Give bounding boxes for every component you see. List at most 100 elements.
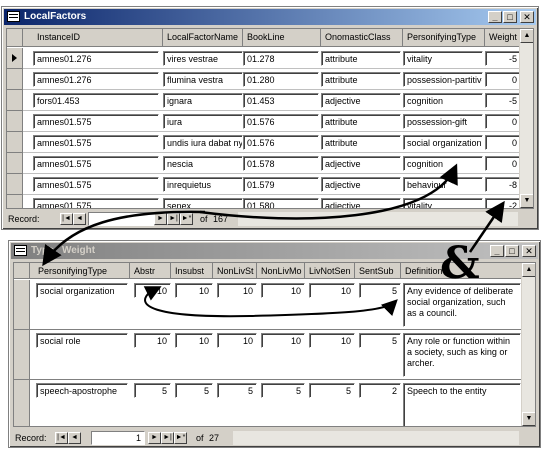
column-header-insubst[interactable]: Insubst [171, 263, 213, 278]
cell-definition[interactable]: Any role or function within a society, s… [403, 333, 521, 377]
column-header-personifyingtype[interactable]: PersonifyingType [403, 29, 485, 46]
typeweight-titlebar[interactable]: Type_ Weight _ □ ✕ [11, 243, 538, 259]
cell-personifyingtype[interactable]: social organization [36, 283, 128, 298]
cell-nonlivst[interactable]: 10 [217, 283, 257, 298]
cell-nonlivmo[interactable]: 10 [261, 283, 305, 298]
last-record-icon[interactable]: ►| [161, 432, 174, 444]
cell-abstr[interactable]: 10 [134, 283, 171, 298]
record-selector[interactable] [14, 330, 30, 380]
cell-onomasticclass[interactable]: adjective [321, 177, 401, 192]
cell-instanceid[interactable]: amnes01.575 [33, 177, 159, 192]
close-button[interactable]: ✕ [520, 11, 534, 23]
cell-localfactorname[interactable]: iura [163, 114, 243, 129]
cell-bookline[interactable]: 01.280 [243, 72, 319, 87]
cell-onomasticclass[interactable]: adjective [321, 198, 401, 208]
record-selector[interactable] [7, 90, 23, 111]
table-row[interactable]: amnes01.575 inrequietus 01.579 adjective beh… [7, 174, 533, 195]
record-selector[interactable] [7, 111, 23, 132]
cell-abstr[interactable]: 5 [134, 383, 171, 398]
column-header-nonlivst[interactable]: NonLivSt [213, 263, 257, 278]
cell-sentsub[interactable]: 2 [359, 383, 401, 398]
record-selector[interactable] [7, 174, 23, 195]
current-record-input[interactable] [88, 212, 154, 226]
typeweight-vscrollbar[interactable]: ▲ ▼ [521, 263, 535, 426]
record-selector[interactable] [14, 280, 30, 330]
cell-bookline[interactable]: 01.576 [243, 135, 319, 150]
table-row[interactable]: amnes01.575 nescia 01.578 adjective cognitio… [7, 153, 533, 174]
scroll-up-button[interactable]: ▲ [522, 263, 535, 277]
cell-personifyingtype[interactable]: cognition [403, 156, 483, 171]
column-header-bookline[interactable]: BookLine [243, 29, 321, 46]
cell-localfactorname[interactable]: nescia [163, 156, 243, 171]
close-button[interactable]: ✕ [522, 245, 536, 257]
cell-instanceid[interactable]: amnes01.575 [33, 198, 159, 208]
column-header-weight[interactable]: Weight [485, 29, 523, 46]
cell-weight[interactable]: -8 [485, 177, 521, 192]
first-record-icon[interactable]: |◄ [55, 432, 68, 444]
cell-personifyingtype[interactable]: possession-gift [403, 114, 483, 129]
record-selector[interactable] [14, 380, 30, 426]
cell-onomasticclass[interactable]: attribute [321, 135, 401, 150]
table-row[interactable]: fors01.453 ignara 01.453 adjective cognition… [7, 90, 533, 111]
scroll-up-button[interactable]: ▲ [520, 29, 533, 43]
column-header-onomasticclass[interactable]: OnomasticClass [321, 29, 403, 46]
cell-livnotsen[interactable]: 5 [309, 383, 355, 398]
cell-instanceid[interactable]: fors01.453 [33, 93, 159, 108]
table-row[interactable]: social role 10 10 10 10 10 5 Any role or functi… [14, 330, 535, 380]
last-record-icon[interactable]: ►| [167, 213, 180, 225]
record-selector[interactable] [7, 132, 23, 153]
cell-localfactorname[interactable]: vires vestrae [163, 51, 243, 66]
cell-bookline[interactable]: 01.453 [243, 93, 319, 108]
new-record-icon[interactable]: ►* [174, 432, 187, 444]
header-selector[interactable] [7, 29, 23, 47]
table-row[interactable]: amnes01.575 senex 01.580 adjective vitality -… [7, 195, 533, 208]
scroll-down-button[interactable]: ▼ [522, 412, 535, 426]
cell-insubst[interactable]: 10 [175, 283, 213, 298]
cell-personifyingtype[interactable]: vitality [403, 198, 483, 208]
cell-livnotsen[interactable]: 10 [309, 333, 355, 348]
cell-instanceid[interactable]: amnes01.276 [33, 72, 159, 87]
cell-weight[interactable]: 0 [485, 72, 521, 87]
cell-nonlivst[interactable]: 10 [217, 333, 257, 348]
record-selector[interactable] [7, 48, 23, 69]
cell-bookline[interactable]: 01.578 [243, 156, 319, 171]
cell-nonlivmo[interactable]: 10 [261, 333, 305, 348]
column-header-localfactorname[interactable]: LocalFactorName [163, 29, 243, 46]
cell-sentsub[interactable]: 5 [359, 333, 401, 348]
maximize-button[interactable]: □ [505, 245, 519, 257]
table-row[interactable]: amnes01.276 flumina vestra 01.280 attribute… [7, 69, 533, 90]
cell-bookline[interactable]: 01.576 [243, 114, 319, 129]
cell-personifyingtype[interactable]: speech-apostrophe [36, 383, 128, 398]
column-header-abstr[interactable]: Abstr [130, 263, 171, 278]
cell-instanceid[interactable]: amnes01.575 [33, 135, 159, 150]
table-row[interactable]: speech-apostrophe 5 5 5 5 5 2 Speech to the ent… [14, 380, 535, 426]
new-record-icon[interactable]: ►* [180, 213, 193, 225]
cell-onomasticclass[interactable]: attribute [321, 114, 401, 129]
cell-bookline[interactable]: 01.579 [243, 177, 319, 192]
cell-localfactorname[interactable]: senex [163, 198, 243, 208]
header-selector[interactable] [14, 263, 30, 279]
localfactors-titlebar[interactable]: LocalFactors _ □ ✕ [4, 9, 536, 25]
table-row[interactable]: amnes01.575 undis iura dabat nym 01.576 att… [7, 132, 533, 153]
cell-weight[interactable]: 0 [485, 135, 521, 150]
next-record-icon[interactable]: ► [154, 213, 167, 225]
localfactors-hscrollbar[interactable] [238, 212, 518, 226]
column-header-livnotsen[interactable]: LivNotSen [305, 263, 355, 278]
cell-definition[interactable]: Any evidence of deliberate social organi… [403, 283, 521, 327]
record-selector[interactable] [7, 153, 23, 174]
prev-record-icon[interactable]: ◄ [68, 432, 81, 444]
cell-instanceid[interactable]: amnes01.575 [33, 114, 159, 129]
first-record-icon[interactable]: |◄ [60, 213, 73, 225]
current-record-input[interactable]: 1 [91, 431, 145, 445]
minimize-button[interactable]: _ [488, 11, 502, 23]
cell-sentsub[interactable]: 5 [359, 283, 401, 298]
cell-onomasticclass[interactable]: adjective [321, 156, 401, 171]
cell-weight[interactable]: 0 [485, 156, 521, 171]
minimize-button[interactable]: _ [490, 245, 504, 257]
cell-personifyingtype[interactable]: possession-partitive [403, 72, 483, 87]
column-header-definition[interactable]: Definition [401, 263, 523, 278]
column-header-nonlivmo[interactable]: NonLivMo [257, 263, 305, 278]
cell-personifyingtype[interactable]: cognition [403, 93, 483, 108]
cell-bookline[interactable]: 01.278 [243, 51, 319, 66]
maximize-button[interactable]: □ [503, 11, 517, 23]
